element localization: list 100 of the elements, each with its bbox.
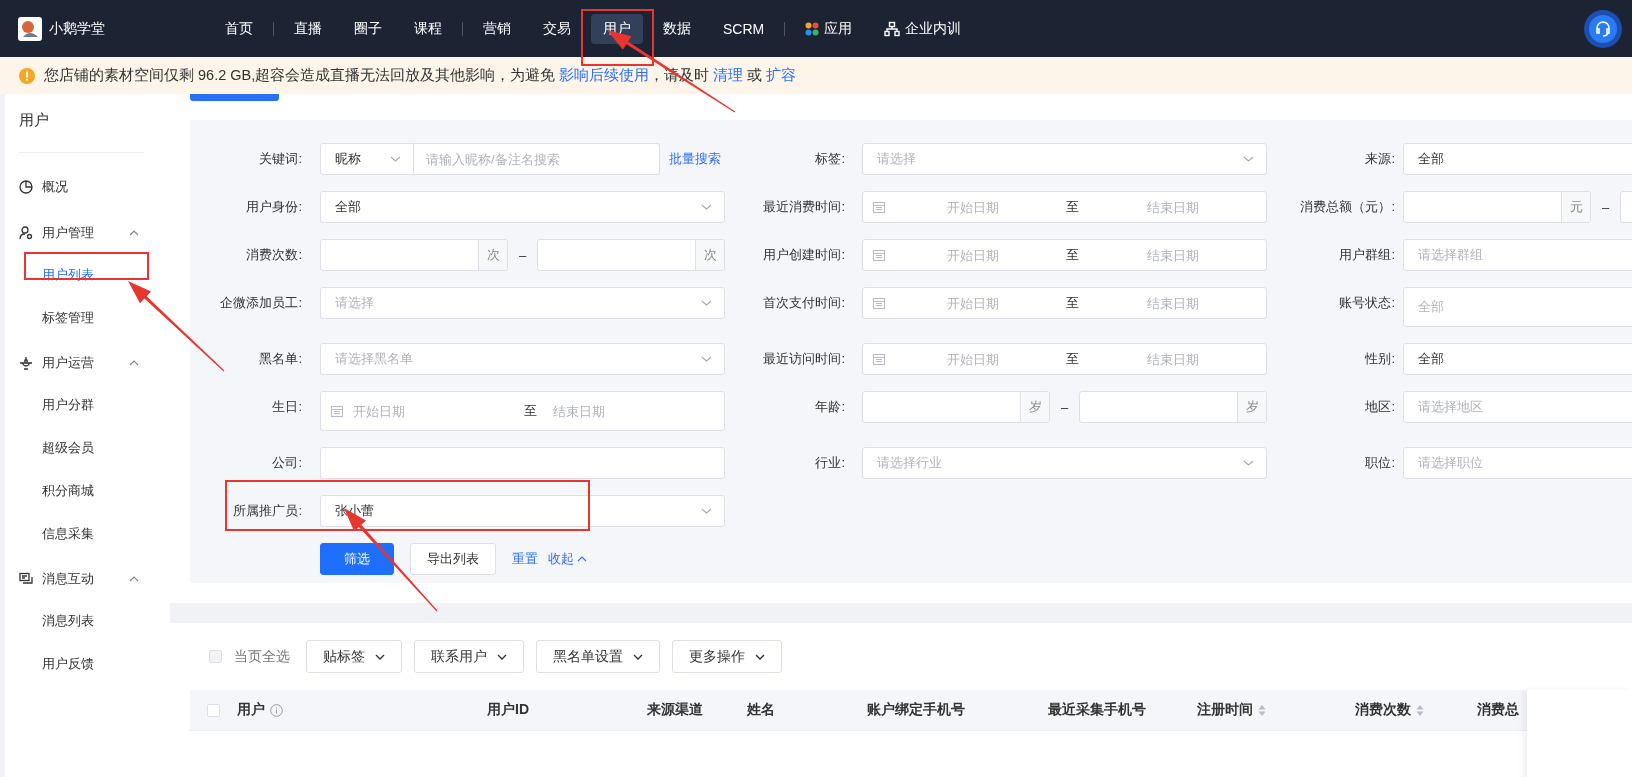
sidebar-group[interactable]: 用户运营 — [5, 343, 170, 383]
range-separator: 至 — [1065, 294, 1080, 312]
sidebar-item[interactable]: 超级会员 — [5, 426, 170, 469]
field-label: 用户身份: — [246, 198, 302, 216]
sidebar-item[interactable]: 消息列表 — [5, 599, 170, 642]
org-chart-icon — [884, 20, 901, 37]
nav-item[interactable]: 交易 — [531, 13, 583, 44]
dropdown-button[interactable]: 更多操作 — [672, 640, 782, 673]
end-date-field[interactable]: 结束日期 — [1089, 294, 1256, 312]
nav-item[interactable]: SCRM — [711, 14, 777, 43]
sort-icon[interactable] — [1416, 703, 1424, 717]
chevron-icon — [129, 576, 139, 582]
brand-name: 小鹅学堂 — [49, 19, 105, 38]
search-type-select[interactable]: 昵称 — [320, 143, 414, 175]
calendar-icon — [873, 353, 885, 365]
range-separator: 至 — [1065, 198, 1080, 216]
text-field[interactable] — [320, 447, 725, 479]
chevron-down-icon — [701, 508, 712, 514]
export-button[interactable]: 导出列表 — [410, 543, 496, 575]
range-separator: 至 — [1065, 246, 1080, 264]
logo-icon — [18, 16, 42, 41]
sidebar-item[interactable]: 用户反馈 — [5, 642, 170, 685]
chevron-down-icon — [755, 653, 765, 660]
field-label: 消费总额（元）: — [1300, 198, 1395, 216]
end-date-field[interactable]: 结束日期 — [1089, 198, 1256, 216]
chevron-icon — [129, 360, 139, 366]
field-label: 行业: — [815, 454, 845, 472]
sidebar-title: 用户 — [18, 110, 50, 130]
batch-search-link[interactable]: 批量搜索 — [669, 150, 721, 168]
field-label: 公司: — [272, 454, 302, 472]
reset-link[interactable]: 重置 — [512, 550, 538, 568]
column-header: 注册时间 — [1197, 701, 1253, 719]
end-date-field[interactable]: 结束日期 — [547, 402, 714, 420]
range-separator: 至 — [1065, 350, 1080, 368]
field-label: 最近访问时间: — [763, 350, 845, 368]
nav-item[interactable]: 直播 — [282, 13, 334, 44]
nav-item[interactable]: 首页 — [213, 13, 265, 44]
field-label: 生日: — [272, 398, 302, 416]
dropdown-button[interactable]: 贴标签 — [306, 640, 402, 673]
checkbox[interactable] — [207, 703, 220, 717]
notice-link[interactable]: 影响后续使用 — [559, 67, 650, 83]
column-header: 来源渠道 — [647, 701, 703, 719]
field-label: 来源: — [1365, 150, 1395, 168]
field-label: 最近消费时间: — [763, 198, 845, 216]
chat-icon — [19, 572, 33, 586]
sidebar-item[interactable]: 用户分群 — [5, 383, 170, 426]
start-date-field[interactable]: 开始日期 — [889, 294, 1056, 312]
calendar-icon — [873, 297, 885, 309]
nav-item[interactable]: 营销 — [471, 13, 523, 44]
column-header: 姓名 — [747, 701, 775, 719]
warning-icon — [19, 67, 35, 84]
start-date-field[interactable]: 开始日期 — [889, 246, 1056, 264]
chevron-icon — [129, 230, 139, 236]
field-label: 用户创建时间: — [763, 246, 845, 264]
range-separator: 至 — [523, 402, 538, 420]
nav-item[interactable]: 课程 — [402, 13, 454, 44]
sidebar-item[interactable]: 信息采集 — [5, 512, 170, 555]
calendar-icon — [873, 249, 885, 261]
select-all-label: 当页全选 — [234, 647, 290, 666]
field-label: 职位: — [1365, 454, 1395, 472]
collapse-link[interactable]: 收起 — [548, 550, 587, 568]
end-date-field[interactable]: 结束日期 — [1089, 246, 1256, 264]
sort-icon[interactable] — [1258, 703, 1266, 717]
chevron-down-icon — [1243, 156, 1254, 162]
column-header: 用户 — [237, 701, 265, 719]
start-date-field[interactable]: 开始日期 — [347, 402, 514, 420]
dropdown-button[interactable]: 联系用户 — [414, 640, 524, 673]
nav-item[interactable]: 圈子 — [342, 13, 394, 44]
dropdown-button[interactable]: 黑名单设置 — [536, 640, 660, 673]
field-label: 账号状态: — [1339, 294, 1395, 312]
select-field[interactable]: 全部 — [1403, 343, 1632, 375]
sidebar-item[interactable]: 积分商城 — [5, 469, 170, 512]
sidebar-group[interactable]: 用户管理 — [5, 213, 170, 253]
end-date-field[interactable]: 结束日期 — [1089, 350, 1256, 368]
field-label: 黑名单: — [259, 350, 302, 368]
chevron-down-icon — [701, 300, 712, 306]
select-field[interactable]: 全部 — [1403, 143, 1632, 175]
notice-link[interactable]: 清理 — [713, 67, 744, 83]
field-label: 企微添加员工: — [220, 294, 302, 312]
start-date-field[interactable]: 开始日期 — [889, 350, 1056, 368]
select-field[interactable]: 全部 — [320, 191, 725, 223]
sidebar-group[interactable]: 消息互动 — [5, 559, 170, 599]
sidebar-item[interactable]: 概况 — [5, 165, 170, 209]
notice-link[interactable]: 扩容 — [766, 67, 797, 83]
nav-item[interactable]: 企业内训 — [872, 13, 974, 44]
user-gear-icon — [19, 226, 33, 240]
chevron-down-icon — [633, 653, 643, 660]
nav-item[interactable]: 数据 — [651, 13, 703, 44]
filter-button[interactable]: 筛选 — [320, 543, 394, 575]
start-date-field[interactable]: 开始日期 — [889, 198, 1056, 216]
chevron-down-icon — [497, 653, 507, 660]
nav-item[interactable]: 应用 — [793, 13, 865, 44]
sidebar-item[interactable]: 标签管理 — [5, 296, 170, 339]
field-label: 关键词: — [259, 150, 302, 168]
search-field[interactable]: 请输入昵称/备注名搜索 — [414, 143, 660, 175]
four-dots-icon — [805, 21, 820, 36]
column-header: 消费次数 — [1355, 701, 1411, 719]
chevron-down-icon — [701, 204, 712, 210]
headset-icon[interactable] — [1584, 9, 1622, 48]
field-label: 消费次数: — [246, 246, 302, 264]
